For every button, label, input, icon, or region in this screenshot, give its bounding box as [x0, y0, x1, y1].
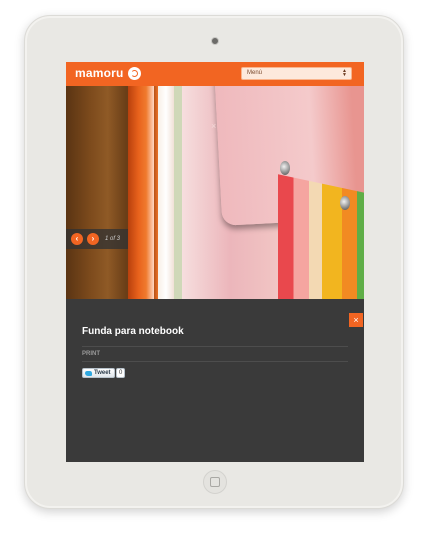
- gallery-nav: ‹ › 1 of 3: [66, 229, 128, 249]
- tweet-count: 0: [116, 368, 126, 378]
- site-logo[interactable]: mamoru: [75, 66, 141, 80]
- chevron-right-icon[interactable]: ›: [87, 233, 99, 245]
- home-button[interactable]: [203, 470, 227, 494]
- print-link[interactable]: PRINT: [82, 351, 100, 357]
- snap-button-image: [340, 196, 350, 210]
- gallery-close-button[interactable]: ×: [211, 121, 216, 131]
- header-bar: mamoru Menú ▲ ▼: [66, 62, 364, 86]
- tweet-button[interactable]: Tweet: [82, 368, 115, 378]
- item-title: Funda para notebook: [82, 326, 184, 337]
- tweet-label: Tweet: [94, 370, 111, 376]
- item-panel: × Funda para notebook PRINT Tweet 0: [66, 299, 364, 462]
- select-arrows-icon: ▲ ▼: [342, 68, 347, 78]
- product-photo: × ‹ › 1 of 3: [66, 86, 364, 299]
- logo-swirl-icon: [127, 66, 141, 80]
- panel-close-button[interactable]: ×: [349, 313, 363, 327]
- logo-text: mamoru: [75, 66, 124, 80]
- divider: [82, 361, 348, 362]
- divider: [82, 346, 348, 347]
- menu-select-value: Menú: [247, 70, 263, 76]
- tablet-screen: mamoru Menú ▲ ▼ × ‹ › 1 of 3 × Funda par…: [66, 62, 364, 462]
- photo-stripe: [174, 86, 182, 299]
- photo-stripe: [278, 174, 364, 299]
- home-square-icon: [210, 477, 220, 487]
- photo-seam: [128, 86, 154, 299]
- menu-select[interactable]: Menú ▲ ▼: [241, 67, 352, 80]
- twitter-bird-icon: [85, 370, 92, 376]
- chevron-left-icon[interactable]: ‹: [71, 233, 83, 245]
- camera-icon: [211, 37, 219, 45]
- tablet-frame: mamoru Menú ▲ ▼ × ‹ › 1 of 3 × Funda par…: [24, 15, 404, 509]
- gallery-counter: 1 of 3: [105, 236, 121, 242]
- photo-stripe: [158, 86, 174, 299]
- snap-button-image: [280, 161, 290, 175]
